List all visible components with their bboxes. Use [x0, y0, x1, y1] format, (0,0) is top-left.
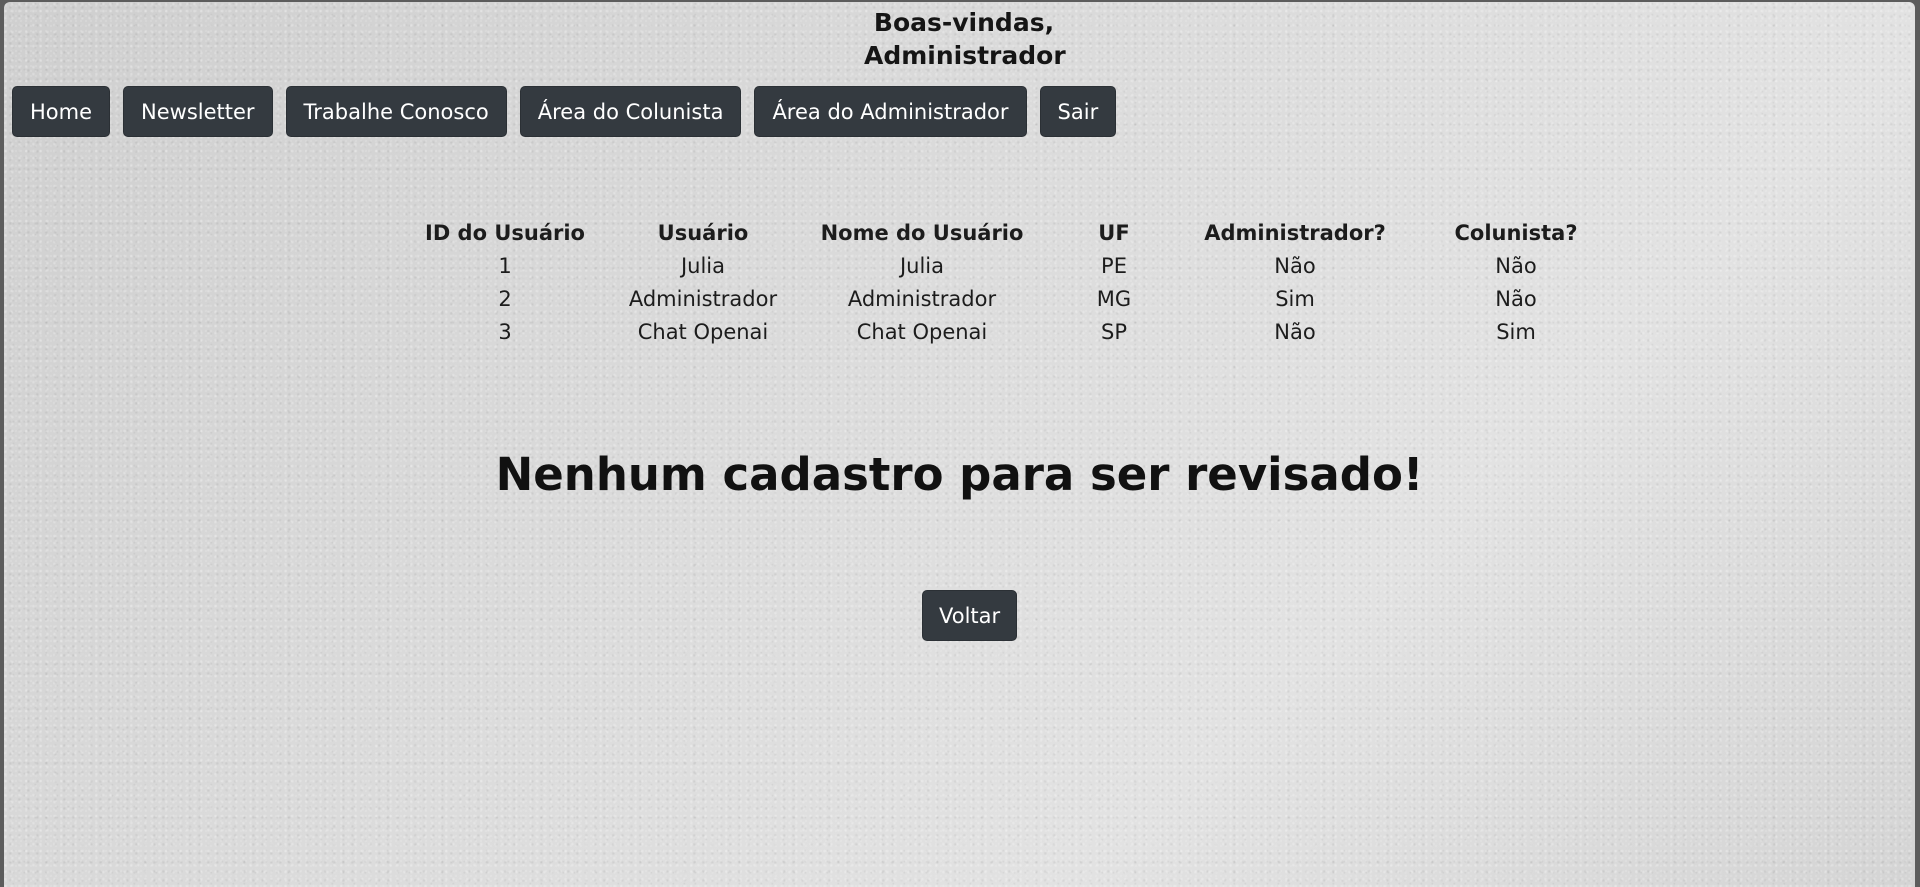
cell-uf: PE [1101, 253, 1127, 278]
back-button[interactable]: Voltar [922, 590, 1018, 641]
welcome-user-name: Administrador [864, 41, 1066, 70]
table-row: 3 Chat Openai Chat Openai SP Não Sim [412, 315, 1634, 348]
nav-home-button[interactable]: Home [12, 86, 111, 137]
cell-id: 3 [498, 319, 512, 344]
main-nav: Home Newsletter Trabalhe Conosco Área do… [12, 86, 1117, 137]
nav-area-colunista-button[interactable]: Área do Colunista [519, 86, 742, 137]
welcome-heading: Boas-vindas, Administrador [864, 6, 1066, 72]
no-records-message: Nenhum cadastro para ser revisado! [495, 448, 1424, 501]
cell-id: 2 [498, 286, 512, 311]
cell-nome: Administrador [847, 286, 997, 311]
column-header-administrador: Administrador? [1204, 220, 1386, 245]
users-table: ID do Usuário Usuário Nome do Usuário UF… [412, 216, 1634, 348]
cell-usuario: Administrador [628, 286, 778, 311]
cell-usuario: Chat Openai [637, 319, 769, 344]
cell-colunista: Sim [1496, 319, 1536, 344]
back-button-wrapper: Voltar [922, 590, 1018, 641]
cell-colunista: Não [1495, 286, 1537, 311]
cell-uf: MG [1096, 286, 1132, 311]
cell-id: 1 [498, 253, 512, 278]
column-header-uf: UF [1098, 220, 1130, 245]
cell-administrador: Não [1274, 319, 1316, 344]
cell-nome: Julia [899, 253, 945, 278]
nav-area-administrador-button[interactable]: Área do Administrador [754, 86, 1027, 137]
cell-administrador: Não [1274, 253, 1316, 278]
table-header-row: ID do Usuário Usuário Nome do Usuário UF… [412, 216, 1634, 249]
welcome-line-1: Boas-vindas, [873, 8, 1055, 37]
cell-nome: Chat Openai [856, 319, 988, 344]
table-row: 2 Administrador Administrador MG Sim Não [412, 282, 1634, 315]
table-row: 1 Julia Julia PE Não Não [412, 249, 1634, 282]
column-header-nome: Nome do Usuário [820, 220, 1024, 245]
nav-trabalhe-conosco-button[interactable]: Trabalhe Conosco [285, 86, 507, 137]
cell-administrador: Sim [1275, 286, 1315, 311]
column-header-usuario: Usuário [657, 220, 749, 245]
column-header-colunista: Colunista? [1454, 220, 1578, 245]
column-header-id: ID do Usuário [425, 220, 585, 245]
cell-colunista: Não [1495, 253, 1537, 278]
nav-newsletter-button[interactable]: Newsletter [123, 86, 273, 137]
nav-sair-button[interactable]: Sair [1039, 86, 1117, 137]
page-frame: Boas-vindas, Administrador Home Newslett… [4, 2, 1915, 887]
cell-uf: SP [1101, 319, 1127, 344]
cell-usuario: Julia [680, 253, 726, 278]
